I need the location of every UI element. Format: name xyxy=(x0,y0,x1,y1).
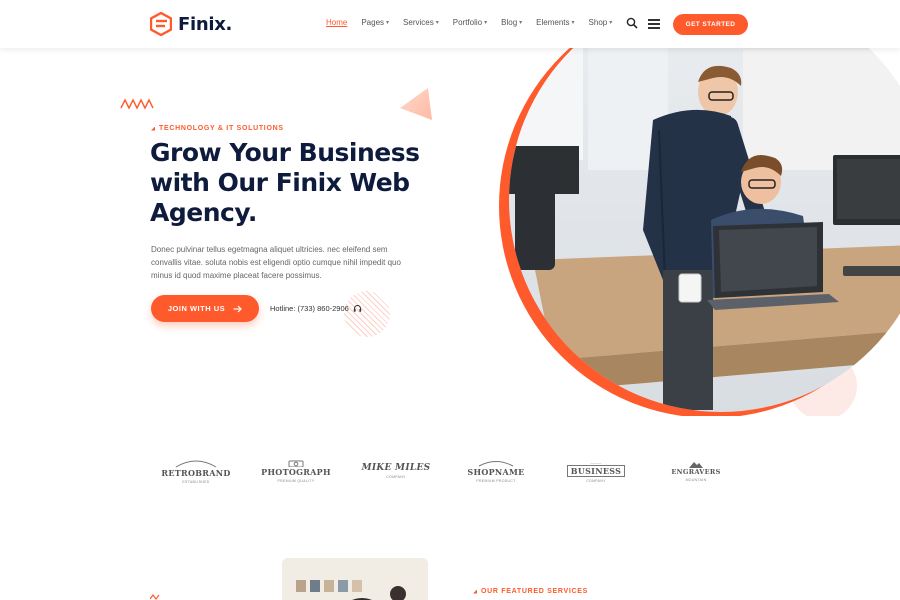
caret-down-icon: ▾ xyxy=(609,20,613,26)
services-image xyxy=(282,558,428,600)
brand-sub: ESTABLISHED xyxy=(182,480,210,484)
eyebrow-text: OUR FEATURED SERVICES xyxy=(481,588,589,595)
brand-logo[interactable]: SHOPNAME PREMIUM PRODUCT xyxy=(456,448,536,494)
brand-name: Finix. xyxy=(178,13,233,35)
caret-down-icon: ▾ xyxy=(571,20,575,26)
caret-down-icon: ▾ xyxy=(484,20,488,26)
nav-label: Portfolio xyxy=(452,18,483,27)
nav-item-elements[interactable]: Elements ▾ xyxy=(536,18,574,27)
nav-label: Pages xyxy=(361,18,385,27)
title-line: with Our Finix Web xyxy=(150,168,410,197)
hero-title: Grow Your Business with Our Finix Web Ag… xyxy=(150,138,450,228)
featured-services-eyebrow: OUR FEATURED SERVICES xyxy=(473,588,588,595)
brand-name: BUSINESS xyxy=(566,465,626,477)
finix-logo-icon xyxy=(150,12,172,36)
mountain-icon xyxy=(689,462,703,468)
hotline[interactable]: Hotline: (733) 860-2906 xyxy=(270,304,362,313)
button-label: JOIN WITH US xyxy=(167,304,226,313)
headset-icon xyxy=(353,305,362,312)
brand-logo[interactable]: RETROBRAND ESTABLISHED xyxy=(156,448,236,494)
hatched-circle-decoration xyxy=(344,291,390,337)
brand-logo[interactable]: ENGRAVERS MOUNTAIN xyxy=(656,448,736,494)
brand-logos: RETROBRAND ESTABLISHED PHOTOGRAPH PREMIU… xyxy=(150,448,750,494)
brand-name: PHOTOGRAPH xyxy=(261,467,331,477)
badge-arc-icon xyxy=(175,460,217,468)
nav-item-portfolio[interactable]: Portfolio ▾ xyxy=(453,18,487,27)
brand-logo[interactable]: MIKE MILES COMPANY xyxy=(356,448,436,494)
hamburger-menu-icon[interactable] xyxy=(648,19,660,29)
nav-item-services[interactable]: Services ▾ xyxy=(403,18,439,27)
hero-description: Donec pulvinar tellus egetmagna aliquet … xyxy=(151,245,401,280)
nav-label: Home xyxy=(326,18,348,27)
caret-down-icon: ▾ xyxy=(386,20,390,26)
caret-down-icon: ▾ xyxy=(435,20,439,26)
get-started-button[interactable]: GET STARTED xyxy=(673,14,748,35)
brand-logo[interactable]: ——— BUSINESS COMPANY xyxy=(556,448,636,494)
join-with-us-button[interactable]: JOIN WITH US xyxy=(151,295,259,322)
brand-sub: PREMIUM PRODUCT xyxy=(476,479,516,483)
brand-sub: COMPANY xyxy=(386,475,406,479)
nav-label: Elements xyxy=(536,18,570,27)
hero-eyebrow: TECHNOLOGY & IT SOLUTIONS xyxy=(151,125,284,132)
title-line: Agency. xyxy=(150,198,257,227)
brand-name: ENGRAVERS xyxy=(671,468,721,476)
nav-label: Shop xyxy=(588,18,608,27)
title-line: Grow Your Business xyxy=(150,138,420,167)
brand-sub: PREMIUM QUALITY xyxy=(277,479,315,483)
nav-label: Blog xyxy=(501,18,518,27)
search-icon[interactable] xyxy=(626,17,638,29)
brand-name: MIKE MILES xyxy=(361,463,431,473)
hero-image xyxy=(499,30,900,416)
caret-down-icon: ▾ xyxy=(519,20,523,26)
main-nav: Home Pages ▾ Services ▾ Portfolio ▾ Blog ▾ E… xyxy=(326,18,626,27)
hotline-text: Hotline: (733) 860-2906 xyxy=(270,304,349,313)
camera-icon xyxy=(288,460,304,467)
corner-tick-icon xyxy=(151,126,155,131)
brand-sub: COMPANY xyxy=(586,479,606,483)
site-header: Finix. Home Pages ▾ Services ▾ Portfolio ▾ … xyxy=(0,0,900,48)
brand-logo[interactable]: PHOTOGRAPH PREMIUM QUALITY xyxy=(256,448,336,494)
brand-name: RETROBRAND xyxy=(161,468,231,478)
nav-label: Services xyxy=(403,18,434,27)
nav-item-shop[interactable]: Shop ▾ xyxy=(589,18,613,27)
zigzag-decoration xyxy=(150,594,160,600)
nav-item-blog[interactable]: Blog ▾ xyxy=(501,18,522,27)
nav-item-pages[interactable]: Pages ▾ xyxy=(361,18,389,27)
zigzag-decoration xyxy=(120,98,154,110)
brand-name: SHOPNAME xyxy=(467,467,525,477)
nav-item-home[interactable]: Home xyxy=(326,18,347,27)
badge-arc-icon xyxy=(478,461,514,467)
office-photo-icon xyxy=(282,558,428,600)
arrow-right-icon xyxy=(233,305,242,312)
brand-sub: MOUNTAIN xyxy=(685,478,707,482)
corner-tick-icon xyxy=(473,589,477,594)
logo[interactable]: Finix. xyxy=(150,12,232,36)
triangle-decoration xyxy=(400,88,432,120)
eyebrow-text: TECHNOLOGY & IT SOLUTIONS xyxy=(159,125,284,132)
